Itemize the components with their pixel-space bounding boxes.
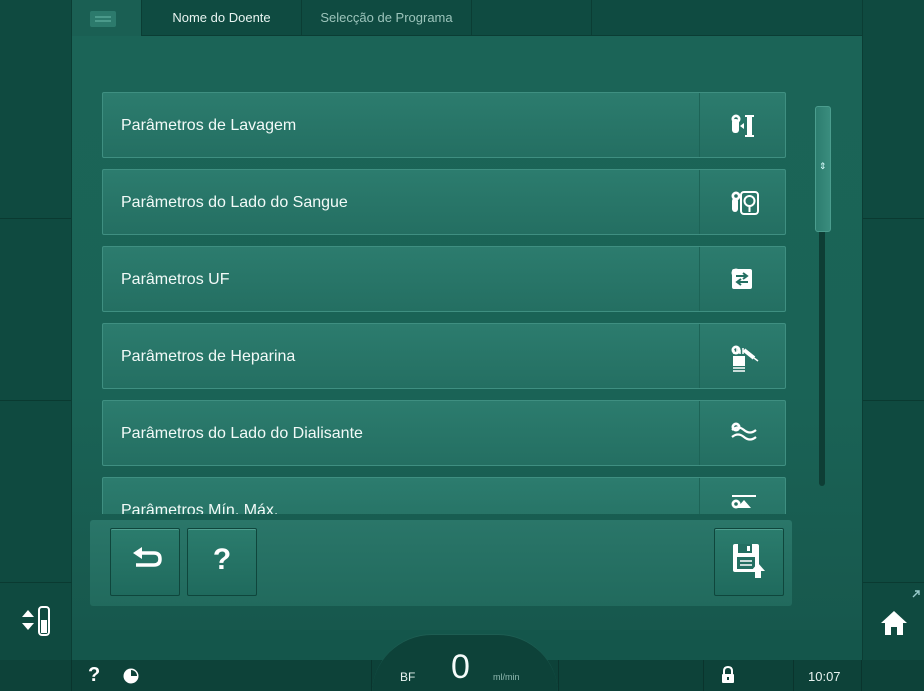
return-arrow-icon bbox=[133, 547, 162, 567]
list-item-label: Parâmetros do Lado do Dialisante bbox=[121, 425, 363, 442]
icon-box bbox=[699, 170, 785, 234]
list-item-label: Parâmetros do Lado do Sangue bbox=[121, 194, 348, 211]
icon-box bbox=[699, 324, 785, 388]
header-empty-tab bbox=[472, 0, 592, 36]
level-adjust-icon bbox=[22, 606, 50, 636]
blood-flow-value: 0 bbox=[451, 648, 470, 686]
icon-box bbox=[699, 478, 785, 514]
blood-flow-unit: ml/min bbox=[493, 672, 520, 682]
list-item-label: Parâmetros de Heparina bbox=[121, 348, 296, 365]
list-item-heparin-parameters[interactable]: Parâmetros de Heparina bbox=[102, 323, 786, 389]
tab-patient-name[interactable]: Nome do Doente bbox=[142, 0, 302, 36]
footer-segment bbox=[0, 660, 72, 691]
home-icon bbox=[881, 611, 907, 635]
dialysate-wave-icon bbox=[731, 426, 757, 441]
main-panel: Parâmetros de Lavagem Parâmetros do Lado… bbox=[72, 36, 862, 630]
action-bar: ? bbox=[90, 520, 792, 606]
list-item-label: Parâmetros UF bbox=[121, 271, 230, 288]
list-item-dialysate-side-parameters[interactable]: Parâmetros do Lado do Dialisante bbox=[102, 400, 786, 466]
footer-segment bbox=[558, 660, 704, 691]
card-slot-tab[interactable] bbox=[72, 0, 142, 36]
clock-timer-icon[interactable] bbox=[122, 667, 140, 685]
icon-box bbox=[699, 401, 785, 465]
expand-arrow-icon bbox=[912, 590, 920, 598]
footer-segment bbox=[704, 660, 794, 691]
patient-card-icon bbox=[90, 11, 116, 27]
icon-box bbox=[699, 93, 785, 157]
left-divider bbox=[0, 218, 71, 219]
home-button[interactable] bbox=[863, 582, 924, 660]
save-disk-icon bbox=[733, 544, 765, 578]
clock-time: 10:07 bbox=[808, 669, 841, 684]
list-item-blood-side-parameters[interactable]: Parâmetros do Lado do Sangue bbox=[102, 169, 786, 235]
save-button[interactable] bbox=[714, 528, 784, 596]
rinse-icon bbox=[732, 115, 754, 137]
list-item-label: Parâmetros Mín. Máx. bbox=[121, 502, 279, 514]
list-item-label: Parâmetros de Lavagem bbox=[121, 117, 297, 134]
back-button[interactable] bbox=[110, 528, 180, 596]
level-adjust-button[interactable] bbox=[0, 582, 72, 660]
parameter-list: Parâmetros de Lavagem Parâmetros do Lado… bbox=[102, 92, 787, 514]
min-max-icon bbox=[732, 495, 756, 508]
right-side-panel bbox=[862, 0, 924, 660]
lock-icon[interactable] bbox=[720, 666, 736, 684]
tab-program-selection-label: Selecção de Programa bbox=[320, 10, 453, 25]
scroll-arrows-icon: ⇕ bbox=[819, 161, 827, 171]
footer-help-button[interactable]: ? bbox=[88, 664, 100, 687]
dialysis-screen: Nome do Doente Selecção de Programa Parâ… bbox=[0, 0, 924, 691]
icon-box bbox=[699, 247, 785, 311]
heparin-syringe-icon bbox=[733, 348, 759, 372]
list-item-min-max-parameters[interactable]: Parâmetros Mín. Máx. bbox=[102, 477, 786, 514]
right-divider bbox=[863, 400, 924, 401]
header-bar: Nome do Doente Selecção de Programa bbox=[72, 0, 862, 36]
blood-pump-icon bbox=[732, 191, 759, 215]
tab-patient-name-label: Nome do Doente bbox=[172, 10, 271, 25]
right-divider bbox=[863, 218, 924, 219]
list-item-uf-parameters[interactable]: Parâmetros UF bbox=[102, 246, 786, 312]
help-question-label: ? bbox=[212, 543, 232, 576]
left-divider bbox=[0, 400, 71, 401]
footer-segment bbox=[72, 660, 372, 691]
help-button[interactable]: ? bbox=[187, 528, 257, 596]
blood-flow-label: BF bbox=[400, 670, 416, 684]
list-item-rinse-parameters[interactable]: Parâmetros de Lavagem bbox=[102, 92, 786, 158]
uf-icon bbox=[732, 269, 752, 289]
left-side-panel bbox=[0, 0, 72, 660]
tab-program-selection[interactable]: Selecção de Programa bbox=[302, 0, 472, 36]
scrollbar-thumb[interactable]: ⇕ bbox=[815, 106, 831, 232]
